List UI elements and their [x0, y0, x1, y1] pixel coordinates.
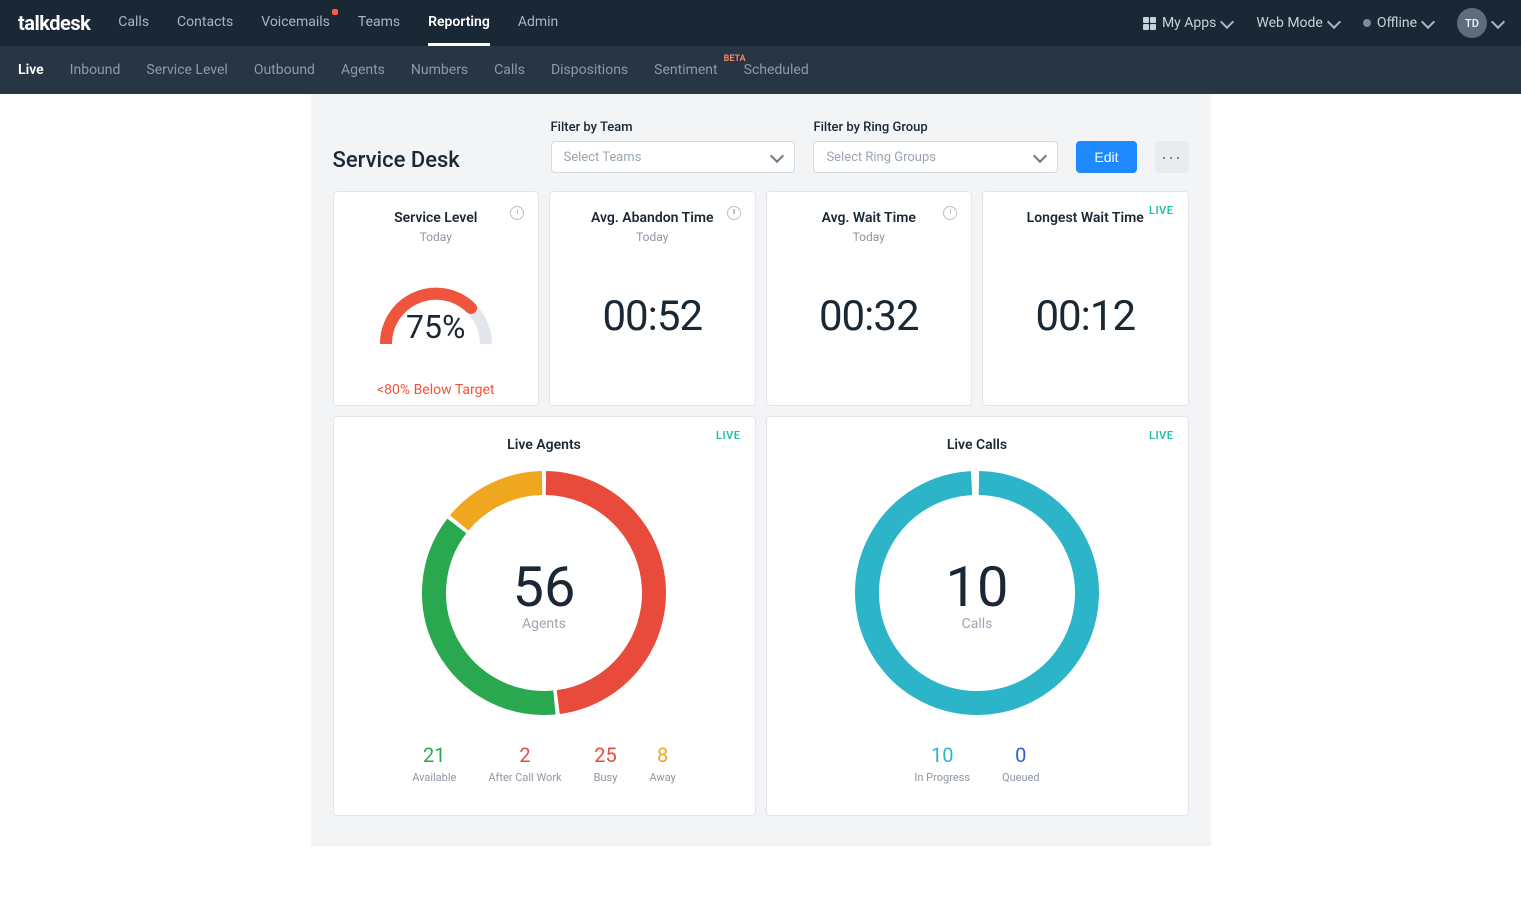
live-calls-card[interactable]: LIVE Live Calls 10 Calls 10 In Progress 0 Q…	[766, 416, 1189, 816]
kpi-title: Avg. Abandon Time	[564, 210, 741, 226]
dashboard-title: Service Desk	[333, 148, 533, 173]
web-mode-menu[interactable]: Web Mode	[1256, 15, 1339, 31]
avatar: TD	[1457, 8, 1487, 38]
beta-badge: BETA	[724, 54, 746, 64]
legend-label: Queued	[1002, 771, 1040, 784]
service-level-gauge: 75%	[366, 264, 506, 344]
live-badge: LIVE	[1149, 429, 1173, 442]
nav-calls[interactable]: Calls	[118, 1, 149, 46]
kpi-subtitle	[997, 230, 1174, 244]
live-calls-donut: 10 Calls	[847, 463, 1107, 723]
kpi-subtitle: Today	[348, 230, 525, 244]
kpi-value: 00:52	[564, 292, 741, 341]
legend-value: 21	[412, 743, 456, 767]
chevron-down-icon	[1327, 14, 1341, 28]
kpi-title: Avg. Wait Time	[781, 210, 958, 226]
brand-logo: talkdesk	[18, 11, 90, 35]
nav-teams[interactable]: Teams	[358, 1, 400, 46]
kpi-title: Longest Wait Time	[997, 210, 1174, 226]
filter-ring-select[interactable]: Select Ring Groups	[813, 141, 1058, 173]
legend-item: 2 After Call Work	[488, 743, 561, 784]
chevron-down-icon	[1033, 148, 1047, 162]
legend-item: 10 In Progress	[914, 743, 970, 784]
reporting-subnav: Live Inbound Service Level Outbound Agents Nu…	[0, 46, 1521, 94]
legend-value: 25	[594, 743, 618, 767]
kpi-longest-wait-card[interactable]: LIVE Longest Wait Time 00:12	[982, 191, 1189, 406]
donut-total: 56	[513, 554, 576, 620]
dashboard: Service Desk Filter by Team Select Teams…	[311, 94, 1211, 846]
chevron-down-icon	[1491, 14, 1505, 28]
nav-reporting[interactable]: Reporting	[428, 1, 490, 46]
subnav-dispositions[interactable]: Dispositions	[551, 62, 628, 78]
chevron-down-icon	[1421, 14, 1435, 28]
clock-icon	[727, 206, 741, 220]
kpi-wait-time-card[interactable]: Avg. Wait Time Today 00:32	[766, 191, 973, 406]
main-nav: Calls Contacts Voicemails Teams Reporting Adm…	[118, 1, 1143, 46]
legend-value: 0	[1002, 743, 1040, 767]
subnav-numbers[interactable]: Numbers	[411, 62, 468, 78]
legend-value: 10	[914, 743, 970, 767]
legend-label: Busy	[594, 771, 618, 784]
edit-button[interactable]: Edit	[1076, 141, 1136, 173]
nav-admin[interactable]: Admin	[518, 1, 558, 46]
subnav-inbound[interactable]: Inbound	[70, 62, 121, 78]
filter-team-select[interactable]: Select Teams	[551, 141, 796, 173]
chevron-down-icon	[1220, 14, 1234, 28]
clock-icon	[510, 206, 524, 220]
subnav-outbound[interactable]: Outbound	[254, 62, 315, 78]
card-title: Live Calls	[787, 437, 1168, 453]
subnav-scheduled[interactable]: Scheduled	[744, 62, 809, 78]
live-badge: LIVE	[716, 429, 740, 442]
top-nav-bar: talkdesk Calls Contacts Voicemails Teams Rep…	[0, 0, 1521, 46]
live-agents-card[interactable]: LIVE Live Agents 56 Agents 21 Available 2 A…	[333, 416, 756, 816]
kpi-subtitle: Today	[781, 230, 958, 244]
apps-grid-icon	[1143, 17, 1156, 30]
nav-voicemails[interactable]: Voicemails	[261, 1, 330, 46]
filter-team-label: Filter by Team	[551, 120, 796, 135]
status-dot-icon	[1363, 19, 1371, 27]
live-agents-legend: 21 Available 2 After Call Work 25 Busy 8 Away	[354, 743, 735, 784]
presence-status-menu[interactable]: Offline	[1363, 15, 1433, 31]
subnav-service-level[interactable]: Service Level	[146, 62, 227, 78]
live-badge: LIVE	[1149, 204, 1173, 217]
subnav-calls[interactable]: Calls	[494, 62, 525, 78]
legend-value: 8	[649, 743, 675, 767]
kpi-value: 00:32	[781, 292, 958, 341]
filter-ring-label: Filter by Ring Group	[813, 120, 1058, 135]
legend-label: Available	[412, 771, 456, 784]
legend-item: 0 Queued	[1002, 743, 1040, 784]
my-apps-menu[interactable]: My Apps	[1143, 15, 1232, 31]
legend-item: 21 Available	[412, 743, 456, 784]
legend-item: 8 Away	[649, 743, 675, 784]
subnav-sentiment[interactable]: SentimentBETA	[654, 62, 717, 78]
chevron-down-icon	[770, 148, 784, 162]
legend-label: Away	[649, 771, 675, 784]
nav-contacts[interactable]: Contacts	[177, 1, 233, 46]
below-target-note: <80% Below Target	[348, 382, 525, 398]
legend-value: 2	[488, 743, 561, 767]
live-calls-legend: 10 In Progress 0 Queued	[787, 743, 1168, 784]
card-title: Live Agents	[354, 437, 735, 453]
top-right-controls: My Apps Web Mode Offline TD	[1143, 8, 1503, 38]
clock-icon	[943, 206, 957, 220]
subnav-agents[interactable]: Agents	[341, 62, 385, 78]
kpi-subtitle: Today	[564, 230, 741, 244]
notification-dot-icon	[332, 9, 338, 15]
legend-item: 25 Busy	[594, 743, 618, 784]
kpi-service-level-card[interactable]: Service Level Today 75% <80% Below Targe…	[333, 191, 540, 406]
subnav-live[interactable]: Live	[18, 62, 44, 78]
donut-total: 10	[946, 554, 1009, 620]
user-avatar-menu[interactable]: TD	[1457, 8, 1503, 38]
live-agents-donut: 56 Agents	[414, 463, 674, 723]
kpi-abandon-time-card[interactable]: Avg. Abandon Time Today 00:52	[549, 191, 756, 406]
legend-label: In Progress	[914, 771, 970, 784]
more-options-button[interactable]: ···	[1155, 141, 1189, 173]
gauge-value: 75%	[366, 308, 506, 344]
legend-label: After Call Work	[488, 771, 561, 784]
kpi-title: Service Level	[348, 210, 525, 226]
kpi-value: 00:12	[997, 292, 1174, 341]
